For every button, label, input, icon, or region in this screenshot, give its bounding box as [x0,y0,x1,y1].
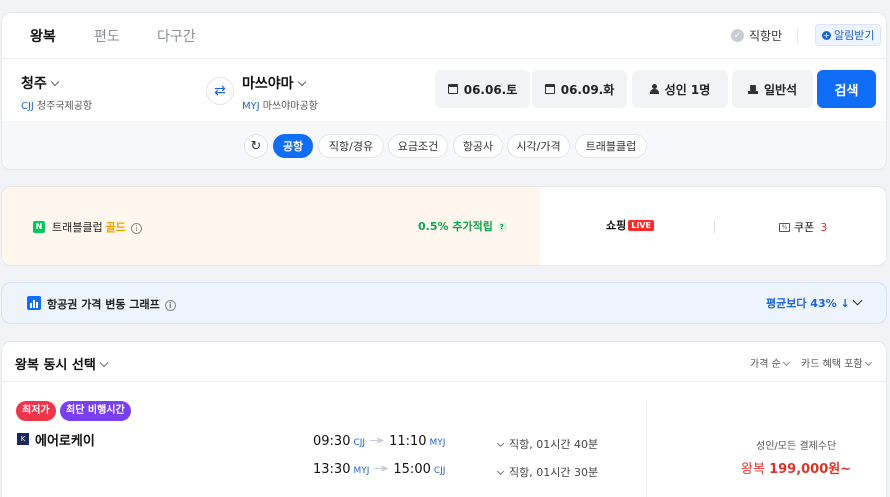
chevron-down-icon [852,295,863,306]
calendar-icon [544,84,555,94]
price-alert-button[interactable]: + 알림받기 [815,24,882,46]
check-icon: ✓ [731,29,744,42]
depart-date-field[interactable]: 06.06.토 [435,70,530,108]
card-benefit-dropdown[interactable]: 카드 혜택 포함 [801,355,872,370]
direct-only-label: 직항만 [749,29,783,43]
tier-label: 골드 [105,221,126,234]
destination-airport: 마쓰야마공항 [262,101,318,112]
airline-name: 에어로케이 [35,434,95,449]
destination-selector[interactable]: 마쓰야마 MYJ 마쓰야마공항 [242,73,318,112]
results-header: 왕복 동시 선택 가격 순 카드 혜택 포함 [2,342,886,382]
outbound-leg[interactable]: 09:30 CJJ 11:10 MYJ [313,434,445,449]
price-graph-label: 항공권 가격 변동 그래프 i [47,296,176,312]
cabin-class-value: 일반석 [763,82,798,97]
filter-time-price[interactable]: 시각/가격 [507,134,570,158]
chevron-down-icon [99,358,109,368]
chevron-down-icon [496,467,505,476]
price-graph-value: 평균보다 43% ↓ [766,297,850,310]
destination-city: 마쓰야마 [242,76,294,92]
tab-one-way[interactable]: 편도 [94,26,120,46]
fare-caption: 성인/모든 결제수단 [756,441,837,452]
promo-banner: N 트래블클럽 골드 i 0.5% 추가적립? 쇼핑 LIVE % 쿠폰 3 [1,186,887,266]
filter-travel-club[interactable]: 트래블클럽 [575,134,647,158]
chevron-down-icon [50,77,60,87]
trip-type-tabs: 왕복 편도 다구간 ✓ 직항만 + 알림받기 [2,13,886,59]
origin-selector[interactable]: 청주 CJJ 청주국제공항 [21,73,92,112]
chevron-down-icon [297,77,306,87]
shortest-time-badge: 최단 비행시간 [60,401,131,421]
airline-logo-icon: K [17,433,29,445]
person-icon [649,84,659,94]
return-info[interactable]: 직항, 01시간 30분 [496,464,598,480]
depart-time: 13:30 [313,462,351,477]
results-panel: 왕복 동시 선택 가격 순 카드 혜택 포함 최저가 최단 비행시간 K 에어로… [1,341,887,497]
swap-icon: ⇄ [214,83,226,99]
travel-club-label: 트래블클럽 골드 i [52,219,142,235]
passengers-value: 성인 1명 [664,82,711,97]
chevron-down-icon [864,358,872,367]
filter-airline[interactable]: 항공사 [453,134,503,158]
outbound-info[interactable]: 직항, 01시간 40분 [496,436,598,452]
direct-only-toggle[interactable]: ✓ 직항만 [731,27,782,44]
arrive-airport: MYJ [429,438,446,448]
arrive-time: 11:10 [389,434,427,449]
arrive-airport: CJJ [433,466,446,476]
help-icon: ? [496,222,507,232]
airplane-icon [374,466,389,471]
plus-icon: + [822,30,831,40]
return-date: 06.09.화 [560,82,615,97]
depart-airport: CJJ [353,438,366,448]
naver-logo-icon: N [33,221,45,233]
calendar-icon [447,84,458,94]
return-date-field[interactable]: 06.09.화 [532,70,627,108]
filter-bar: ↻ 공항 직항/경유 요금조건 항공사 시각/가격 트래블클럽 [2,121,886,169]
fare-price[interactable]: 왕복 199,000원~ [741,458,851,477]
swap-cities-button[interactable]: ⇄ [206,77,234,105]
tab-round-trip[interactable]: 왕복 [30,26,56,46]
flight-search-card: 왕복 편도 다구간 ✓ 직항만 + 알림받기 청주 CJJ 청주국제공항 ⇄ 마쓰… [1,12,887,170]
info-icon: i [130,222,142,234]
tab-multi-city[interactable]: 다구간 [157,26,196,46]
filter-direct-transfer[interactable]: 직항/경유 [318,134,384,158]
chevron-down-icon [496,439,505,448]
bar-chart-icon [27,296,41,310]
info-icon: i [164,299,176,311]
coupon-icon: % [779,222,790,232]
coupon-count: 3 [820,220,828,234]
coupon-link[interactable]: % 쿠폰 3 [779,219,827,235]
airplane-icon [370,438,385,443]
depart-time: 09:30 [313,434,351,449]
return-leg[interactable]: 13:30 MYJ 15:00 CJJ [313,462,445,477]
depart-airport: MYJ [353,466,370,476]
chevron-down-icon [782,358,790,367]
search-button[interactable]: 검색 [817,70,876,108]
shopping-label: 쇼핑 [606,219,627,232]
filter-airport[interactable]: 공항 [273,134,313,158]
origin-airport: 청주국제공항 [36,101,93,112]
cheapest-badge: 최저가 [16,401,56,421]
divider [797,29,798,43]
origin-code: CJJ [21,101,34,112]
destination-code: MYJ [242,101,260,112]
sort-dropdown[interactable]: 가격 순 [750,355,790,370]
accrual-label: 0.5% 추가적립? [418,218,507,234]
arrive-time: 15:00 [393,462,431,477]
divider [646,400,647,497]
live-badge: LIVE [628,219,654,231]
price-alert-label: 알림받기 [834,29,875,42]
filter-fare-conditions[interactable]: 요금조건 [388,134,448,158]
refresh-icon: ↻ [250,138,262,154]
travel-club-section[interactable]: N 트래블클럽 골드 i 0.5% 추가적립? [2,187,540,265]
price-graph-toggle[interactable]: 항공권 가격 변동 그래프 i 평균보다 43% ↓ [1,282,887,324]
seat-icon [747,84,758,94]
passengers-field[interactable]: 성인 1명 [632,70,728,108]
shopping-live-link[interactable]: 쇼핑 LIVE [606,217,654,233]
results-title[interactable]: 왕복 동시 선택 [15,354,109,373]
depart-date: 06.06.토 [463,82,518,97]
divider [714,221,715,233]
coupon-label: 쿠폰 [794,221,815,234]
origin-city: 청주 [21,76,47,92]
cabin-class-field[interactable]: 일반석 [732,70,813,108]
reset-filters-button[interactable]: ↻ [244,134,268,158]
